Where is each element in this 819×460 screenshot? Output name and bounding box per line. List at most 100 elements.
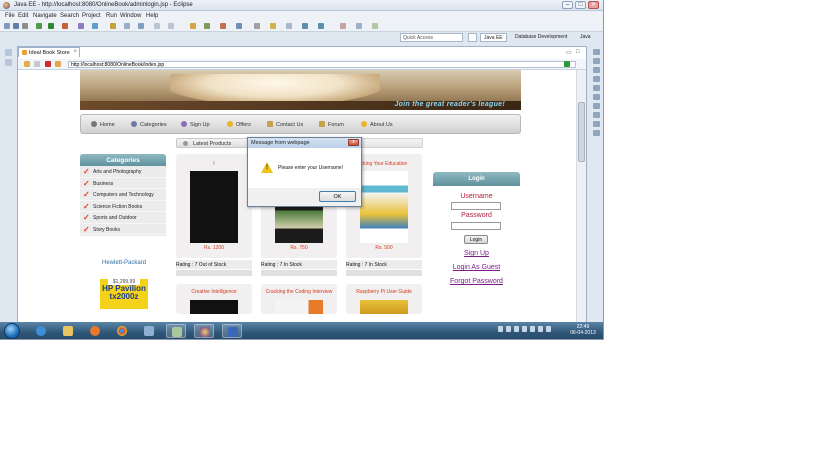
external-tools-icon[interactable]: [62, 23, 68, 29]
menu-project[interactable]: Project: [82, 13, 101, 19]
login-button[interactable]: Login: [464, 235, 488, 244]
nav-contact-us[interactable]: Contact Us: [267, 121, 303, 128]
back-icon[interactable]: [24, 61, 30, 67]
web-browser-icon[interactable]: [92, 23, 98, 29]
taskbar-word[interactable]: [222, 324, 242, 338]
category-item[interactable]: ✓ Business: [80, 178, 166, 189]
data-source-icon[interactable]: [593, 103, 600, 109]
open-type-icon[interactable]: [190, 23, 196, 29]
taskbar-explorer[interactable]: [58, 324, 78, 338]
category-item[interactable]: ✓ Sports and Outdoor: [80, 212, 166, 224]
hp-advert[interactable]: $1,299.99 HP Pavilion tx2000z: [100, 279, 148, 309]
misc-icon-1[interactable]: [340, 23, 346, 29]
username-field[interactable]: [451, 202, 501, 210]
print-icon[interactable]: [22, 23, 28, 29]
tray-icon[interactable]: [538, 326, 543, 332]
properties-icon[interactable]: [593, 85, 600, 91]
misc-icon-3[interactable]: [372, 23, 378, 29]
pin-icon[interactable]: [254, 23, 260, 29]
history-back-icon[interactable]: [302, 23, 308, 29]
login-as-guest-link[interactable]: Login As Guest: [433, 264, 520, 271]
menu-window[interactable]: Window: [120, 13, 141, 19]
menu-run[interactable]: Run: [106, 13, 117, 19]
outline-icon[interactable]: [593, 49, 600, 55]
password-field[interactable]: [451, 222, 501, 230]
dialog-close-button[interactable]: x: [348, 139, 359, 146]
palette-icon[interactable]: [593, 67, 600, 73]
category-item[interactable]: ✓ Arts and Photography: [80, 166, 166, 178]
new-icon[interactable]: [4, 23, 10, 29]
tray-icon[interactable]: [530, 326, 535, 332]
nav-about-us[interactable]: About Us: [361, 121, 393, 128]
stop-icon[interactable]: [45, 61, 51, 67]
go-icon[interactable]: [564, 61, 570, 67]
taskbar-network[interactable]: [166, 324, 186, 338]
close-button[interactable]: ✕: [588, 1, 599, 9]
ok-button[interactable]: OK: [319, 191, 356, 202]
web-service-icon[interactable]: [236, 23, 242, 29]
category-item[interactable]: ✓ Science Fiction Books: [80, 201, 166, 212]
nav-categories[interactable]: Categories: [131, 121, 167, 128]
menu-help[interactable]: Help: [146, 13, 158, 19]
forward-icon[interactable]: [34, 61, 40, 67]
product-card[interactable]: Raspberry Pi User Guide: [346, 284, 422, 314]
server-icon[interactable]: [78, 23, 84, 29]
forgot-password-link[interactable]: Forgot Password: [433, 278, 520, 285]
taskbar-media[interactable]: [85, 324, 105, 338]
vertical-scrollbar[interactable]: [576, 70, 586, 322]
tray-icon[interactable]: [522, 326, 527, 332]
nav-offers[interactable]: Offers: [227, 121, 251, 128]
back-history-icon[interactable]: [154, 23, 160, 29]
annotation-icon[interactable]: [138, 23, 144, 29]
menu-navigate[interactable]: Navigate: [33, 13, 57, 19]
maximize-editor-icon[interactable]: □: [576, 49, 580, 55]
system-clock[interactable]: 22:49 06-04-2013: [568, 324, 598, 336]
menu-file[interactable]: File: [5, 13, 15, 19]
folder-icon[interactable]: [270, 23, 276, 29]
taskbar-app[interactable]: [139, 324, 159, 338]
forward-history-icon[interactable]: [168, 23, 174, 29]
restore-icon[interactable]: [5, 49, 12, 56]
minimize-editor-icon[interactable]: ▭: [566, 49, 572, 56]
menu-search[interactable]: Search: [60, 13, 79, 19]
category-item[interactable]: ✓ Story Books: [80, 224, 166, 235]
nav-forum[interactable]: Forum: [319, 121, 344, 128]
quick-access-input[interactable]: Quick Access: [400, 33, 463, 42]
menu-edit[interactable]: Edit: [18, 13, 28, 19]
save-icon[interactable]: [13, 23, 19, 29]
scroll-thumb[interactable]: [578, 102, 585, 162]
nav-icon[interactable]: [286, 23, 292, 29]
progress-icon[interactable]: [593, 130, 600, 136]
servers-icon[interactable]: [593, 94, 600, 100]
sign-up-link[interactable]: Sign Up: [433, 250, 520, 257]
product-card[interactable]: Cracking the Coding Interview: [261, 284, 337, 314]
category-item[interactable]: ✓ Computers and Technology: [80, 189, 166, 201]
search-icon[interactable]: [110, 23, 116, 29]
product-card[interactable]: Creative Intelligence: [176, 284, 252, 314]
console-icon[interactable]: [593, 121, 600, 127]
build-icon[interactable]: [204, 23, 210, 29]
perspective-database[interactable]: Database Development: [512, 33, 570, 42]
history-forward-icon[interactable]: [318, 23, 324, 29]
maximize-button[interactable]: □: [575, 1, 586, 9]
ad-brand[interactable]: Hewlett-Packard: [100, 260, 148, 266]
task-icon[interactable]: [124, 23, 130, 29]
tray-arrow-icon[interactable]: [498, 326, 503, 332]
snippets-icon[interactable]: [593, 112, 600, 118]
markers-icon[interactable]: [593, 76, 600, 82]
project-explorer-icon[interactable]: [5, 59, 12, 66]
close-tab-icon[interactable]: ×: [73, 49, 77, 55]
nav-home[interactable]: Home: [91, 121, 115, 128]
wizard-icon[interactable]: [220, 23, 226, 29]
product-card[interactable]: I Rs. 1200: [176, 154, 252, 258]
minimize-button[interactable]: –: [562, 1, 573, 9]
misc-icon-2[interactable]: [356, 23, 362, 29]
run-icon[interactable]: [48, 23, 54, 29]
perspective-java[interactable]: Java: [577, 33, 594, 42]
tray-icon[interactable]: [514, 326, 519, 332]
taskbar-eclipse[interactable]: [194, 324, 214, 338]
start-button[interactable]: [4, 323, 20, 339]
nav-sign-up[interactable]: Sign Up: [181, 121, 210, 128]
url-input[interactable]: [68, 61, 576, 68]
open-perspective-icon[interactable]: [468, 33, 477, 42]
